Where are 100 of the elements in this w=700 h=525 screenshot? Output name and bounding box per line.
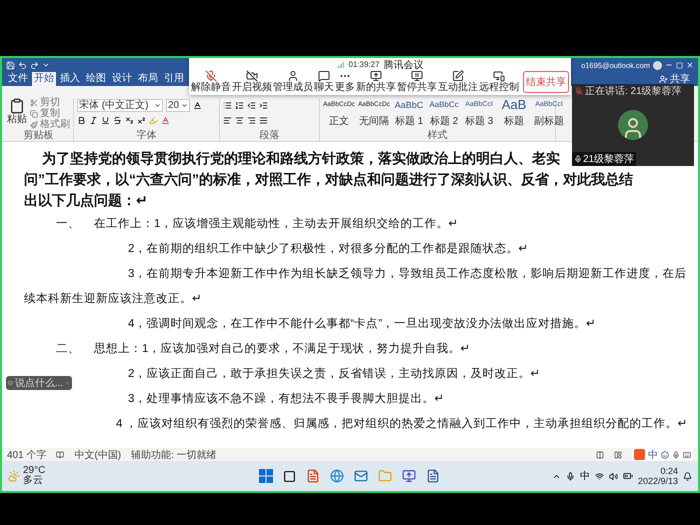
italic-icon[interactable] xyxy=(89,116,98,124)
proofing-icon[interactable] xyxy=(56,450,64,458)
language-label: 中文(中国) xyxy=(74,448,122,462)
list-marker: 二、 xyxy=(56,342,81,356)
collapse-icon xyxy=(65,379,70,387)
ribbon-tab[interactable]: 引用 xyxy=(162,72,186,86)
members-button[interactable]: 管理成员 xyxy=(273,70,313,93)
ribbon-tab[interactable]: 文件 xyxy=(6,72,30,86)
style-preset[interactable]: AaBbC 标题 1 xyxy=(393,98,425,130)
clock: 0:24 2022/9/13 xyxy=(638,466,678,486)
ribbon-tab[interactable]: 布局 xyxy=(136,72,160,86)
align-left-icon[interactable] xyxy=(223,116,232,124)
wifi-icon[interactable] xyxy=(594,472,604,480)
muted-mic-icon xyxy=(205,70,217,82)
annotate-button[interactable]: 互动批注 xyxy=(438,70,478,93)
browser-icon[interactable] xyxy=(330,469,344,483)
remote-control-button[interactable]: 远程控制 xyxy=(479,70,519,93)
person-add-icon xyxy=(659,74,668,84)
group-label: 样式 xyxy=(426,130,448,141)
ime-logo-icon xyxy=(634,449,645,460)
document-text-line: 思想上：1，应该加强对自己的要求，不满足于现状，努力提升自我。↵ xyxy=(94,341,470,356)
document-app-icon[interactable] xyxy=(306,469,320,483)
save-icon[interactable] xyxy=(6,60,15,70)
undo-icon[interactable] xyxy=(18,60,27,70)
style-preset[interactable]: AaB 标题 xyxy=(498,98,530,130)
new-share-button[interactable]: 新的共享 xyxy=(356,70,396,93)
redo-icon[interactable] xyxy=(30,60,39,70)
start-video-button[interactable]: 开启视频 xyxy=(232,70,272,93)
ribbon-tab[interactable]: 设计 xyxy=(110,72,134,86)
share-button[interactable]: 共享 xyxy=(655,72,694,86)
document-text-line: 出以下几点问题：↵ xyxy=(24,191,148,210)
indent-decrease-icon[interactable] xyxy=(247,100,256,110)
document-text-line: 3，处理事情应该不急不躁，有想法不畏手畏脚大胆提出。↵ xyxy=(128,391,444,406)
notification-icon[interactable] xyxy=(683,472,692,480)
emoji-icon xyxy=(8,379,13,387)
superscript-icon[interactable] xyxy=(137,116,146,124)
subscript-icon[interactable] xyxy=(125,116,134,124)
pause-share-button[interactable]: 暂停共享 xyxy=(397,70,437,93)
align-right-icon[interactable] xyxy=(247,116,256,124)
volume-icon[interactable] xyxy=(608,472,618,480)
signal-icon xyxy=(336,60,344,68)
windows-logo-icon[interactable] xyxy=(259,469,274,483)
cut-button[interactable]: 剪切 xyxy=(30,98,70,108)
chat-button[interactable]: 聊天 xyxy=(314,70,334,93)
underline-icon[interactable] xyxy=(101,116,110,124)
word-app-icon[interactable] xyxy=(426,469,440,483)
align-center-icon[interactable] xyxy=(235,116,244,124)
task-view-icon[interactable] xyxy=(283,470,296,482)
font-name-dropdown[interactable]: 宋体 (中文正文) xyxy=(77,98,163,112)
document-text-line: 在工作上：1，应该增强主观能动性，主动去开展组织交给的工作。↵ xyxy=(94,216,458,231)
bullet-list-icon[interactable] xyxy=(223,100,232,110)
chat-input-field[interactable]: 说点什么... xyxy=(6,376,72,390)
avatar-icon[interactable] xyxy=(653,60,662,70)
paintbrush-icon xyxy=(30,121,38,129)
end-share-button[interactable]: 结束共享 xyxy=(523,70,569,92)
remote-screen-icon xyxy=(493,70,505,82)
unmute-button[interactable]: 解除静音 xyxy=(191,70,231,93)
font-size-dropdown[interactable]: 20 xyxy=(166,98,190,112)
group-label: 字体 xyxy=(136,130,158,141)
more-button[interactable]: 更多 xyxy=(335,70,355,93)
numbered-list-icon[interactable] xyxy=(235,100,244,110)
bold-icon[interactable] xyxy=(77,116,86,124)
font-color-icon[interactable] xyxy=(161,116,170,124)
meeting-title: 腾讯会议 xyxy=(384,58,424,72)
font-color-icon[interactable] xyxy=(193,100,202,110)
document-text-line: 2，应该正面自己，敢于承担失误之责，反省错误，主动找原因，及时改正。↵ xyxy=(128,366,540,381)
mic-icon xyxy=(574,155,582,163)
document-text-line: 4 ，应该对组织有强烈的荣誉感、归属感，把对组织的热爱之情融入到工作中，主动承担组织分配的工作。↵ xyxy=(116,416,688,431)
read-mode-icon[interactable] xyxy=(596,450,604,458)
meeting-app-icon[interactable] xyxy=(402,469,416,483)
format-painter-button[interactable]: 格式刷 xyxy=(30,120,70,130)
ribbon-tab[interactable]: 绘图 xyxy=(84,72,108,86)
battery-icon[interactable] xyxy=(622,471,633,481)
group-label: 剪贴板 xyxy=(22,130,54,141)
mic-icon[interactable] xyxy=(566,472,575,480)
scissors-icon xyxy=(30,99,38,107)
ribbon-tab[interactable]: 开始 xyxy=(32,72,56,86)
maximize-icon[interactable] xyxy=(676,62,683,68)
paste-button[interactable]: 粘贴 xyxy=(7,98,27,130)
justify-icon[interactable] xyxy=(259,116,268,124)
style-preset[interactable]: AaBbCc 标题 2 xyxy=(428,98,460,130)
document-text-line: 为了坚持党的领导贯彻执行党的理论和路线方针政策，落实做政治上的明白人、老实 xyxy=(42,149,560,168)
group-label: 段落 xyxy=(258,130,280,141)
copy-icon xyxy=(30,110,38,118)
print-layout-icon[interactable] xyxy=(614,450,622,458)
participant-name: 21级黎蓉萍 xyxy=(572,152,636,166)
monitor-pause-icon xyxy=(411,70,423,82)
muted-mic-icon xyxy=(575,86,583,94)
emoji-icon[interactable] xyxy=(661,450,669,458)
weather-text: 29°C 多云 xyxy=(23,466,46,486)
caret-icon[interactable] xyxy=(42,61,50,69)
keyboard-icon[interactable] xyxy=(683,450,691,458)
copy-button[interactable]: 复制 xyxy=(30,109,70,119)
ribbon-tab[interactable]: 插入 xyxy=(58,72,82,86)
mic-icon[interactable] xyxy=(672,450,680,458)
indent-increase-icon[interactable] xyxy=(259,100,268,110)
strikethrough-icon[interactable] xyxy=(113,116,122,124)
mail-icon[interactable] xyxy=(354,469,368,483)
ime-indicator: 中 xyxy=(580,470,590,483)
close-icon[interactable] xyxy=(686,61,694,69)
